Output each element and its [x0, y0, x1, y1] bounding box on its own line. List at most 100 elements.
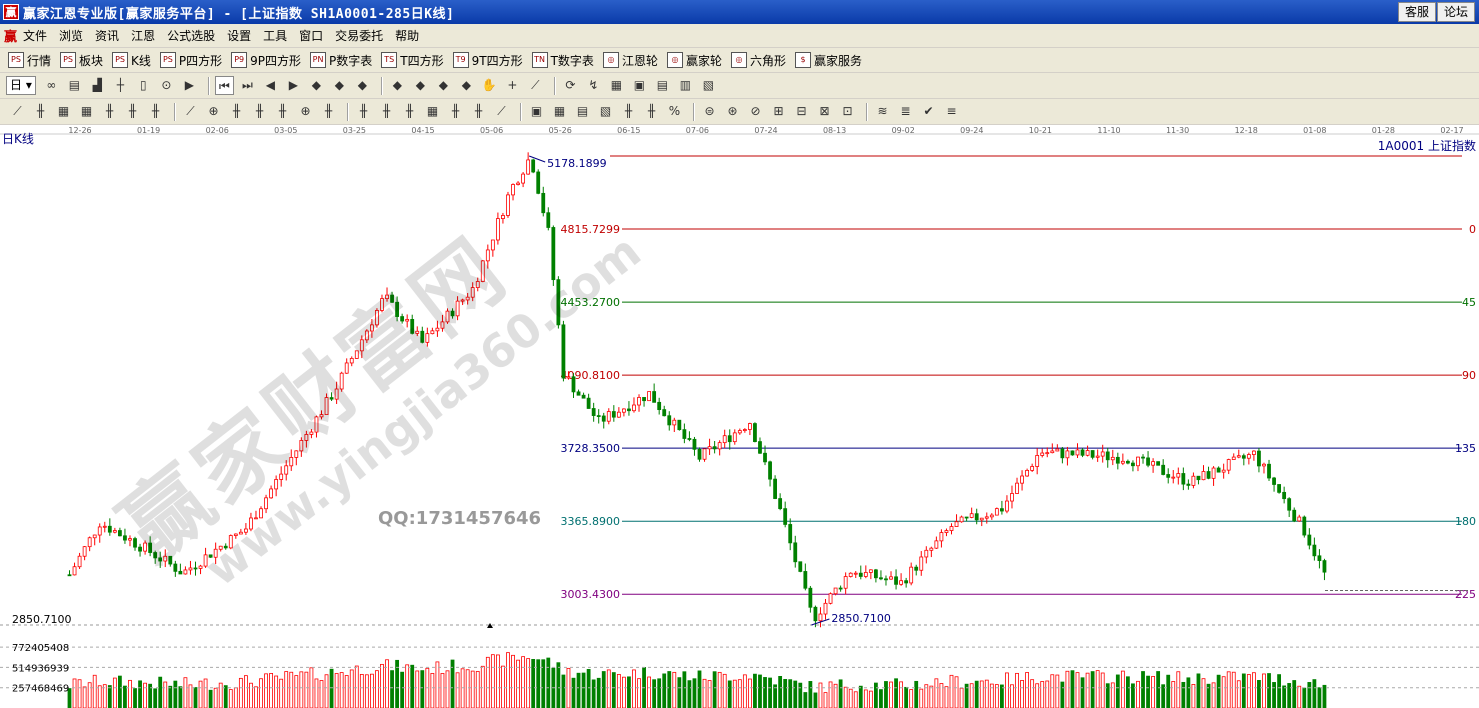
- tool-icon[interactable]: ◆: [411, 76, 430, 95]
- menu-file[interactable]: 文件: [23, 27, 47, 44]
- tool-icon[interactable]: ╫: [31, 102, 50, 121]
- tool-icon[interactable]: ⊠: [815, 102, 834, 121]
- tool-icon[interactable]: ╫: [273, 102, 292, 121]
- tool-icon[interactable]: ✋: [480, 76, 499, 95]
- menu-logo-icon[interactable]: 赢: [4, 26, 17, 45]
- menu-settings[interactable]: 设置: [227, 27, 251, 44]
- tool-icon[interactable]: ▧: [596, 102, 615, 121]
- customer-service-button[interactable]: 客服: [1398, 2, 1437, 22]
- tool-icon[interactable]: ⊞: [769, 102, 788, 121]
- tool-icon[interactable]: ⟳: [561, 76, 580, 95]
- tool-icon[interactable]: ┼: [111, 76, 130, 95]
- volume-bar: [758, 674, 762, 708]
- menu-trade[interactable]: 交易委托: [335, 27, 383, 44]
- tool-icon[interactable]: ◆: [307, 76, 326, 95]
- tool-icon[interactable]: ◆: [457, 76, 476, 95]
- tool-icon[interactable]: ▤: [573, 102, 592, 121]
- tool-icon[interactable]: ▶: [284, 76, 303, 95]
- toolbar-item-6[interactable]: TS T四方形: [381, 52, 444, 69]
- tool-icon[interactable]: ▧: [699, 76, 718, 95]
- tool-icon[interactable]: ↯: [584, 76, 603, 95]
- toolbar-item-11[interactable]: ◎ 六角形: [730, 52, 786, 69]
- tool-icon[interactable]: ╫: [227, 102, 246, 121]
- tool-icon[interactable]: ⟋: [181, 102, 200, 121]
- menu-tools[interactable]: 工具: [263, 27, 287, 44]
- tool-icon[interactable]: ╫: [400, 102, 419, 121]
- toolbar-item-12[interactable]: $ 赢家服务: [794, 52, 862, 69]
- volume-bar: [566, 667, 571, 708]
- toolbar-item-4[interactable]: P9 9P四方形: [231, 52, 301, 69]
- tool-icon[interactable]: ╫: [446, 102, 465, 121]
- tool-icon[interactable]: ▟: [88, 76, 107, 95]
- menu-gann[interactable]: 江恩: [131, 27, 155, 44]
- tool-icon[interactable]: ⟋: [526, 76, 545, 95]
- tool-icon[interactable]: ╫: [250, 102, 269, 121]
- toolbar-item-0[interactable]: PS 行情: [8, 52, 51, 69]
- tool-icon[interactable]: ╫: [146, 102, 165, 121]
- tool-icon[interactable]: ⊙: [157, 76, 176, 95]
- menu-help[interactable]: 帮助: [395, 27, 419, 44]
- tool-icon[interactable]: ▥: [676, 76, 695, 95]
- tool-icon[interactable]: ▦: [423, 102, 442, 121]
- tool-icon[interactable]: ╫: [319, 102, 338, 121]
- menu-window[interactable]: 窗口: [299, 27, 323, 44]
- tool-icon[interactable]: ◆: [434, 76, 453, 95]
- tool-icon[interactable]: ╫: [123, 102, 142, 121]
- menu-formula-select[interactable]: 公式选股: [167, 27, 215, 44]
- tool-icon[interactable]: ⊡: [838, 102, 857, 121]
- tool-icon[interactable]: ≋: [873, 102, 892, 121]
- chart-area[interactable]: 12-26 01-19 02-06 03-05 03-25 04-15 05-06 05-26…: [0, 125, 1479, 708]
- tool-icon[interactable]: ◀: [261, 76, 280, 95]
- tool-icon[interactable]: ╫: [100, 102, 119, 121]
- tool-icon[interactable]: ⊕: [296, 102, 315, 121]
- volume-bar: [889, 681, 893, 708]
- tool-icon[interactable]: ⊜: [700, 102, 719, 121]
- tool-icon[interactable]: ◆: [353, 76, 372, 95]
- tool-icon[interactable]: ▤: [653, 76, 672, 95]
- tool-icon[interactable]: ╫: [354, 102, 373, 121]
- tool-icon[interactable]: ⟋: [8, 102, 27, 121]
- toolbar-item-7[interactable]: T9 9T四方形: [452, 52, 523, 69]
- toolbar-item-1[interactable]: PS 板块: [60, 52, 103, 69]
- tool-icon[interactable]: ⊟: [792, 102, 811, 121]
- tool-icon[interactable]: ◆: [330, 76, 349, 95]
- tool-icon[interactable]: %: [665, 102, 684, 121]
- toolbar-item-5[interactable]: PN P数字表: [310, 52, 372, 69]
- tool-icon[interactable]: ╫: [377, 102, 396, 121]
- tool-icon[interactable]: ▣: [527, 102, 546, 121]
- tool-icon[interactable]: ∞: [42, 76, 61, 95]
- menu-browse[interactable]: 浏览: [59, 27, 83, 44]
- tool-icon[interactable]: ⏮: [214, 76, 234, 95]
- tool-icon[interactable]: +: [503, 76, 522, 95]
- volume-bar: [803, 692, 808, 708]
- tool-icon[interactable]: ≣: [896, 102, 915, 121]
- tool-icon[interactable]: ▶: [180, 76, 199, 95]
- toolbar-item-2[interactable]: PS K线: [112, 52, 151, 69]
- tool-icon[interactable]: ▦: [54, 102, 73, 121]
- tool-icon[interactable]: ⊛: [723, 102, 742, 121]
- tool-icon[interactable]: ≡: [942, 102, 961, 121]
- forum-button[interactable]: 论坛: [1437, 2, 1476, 22]
- tool-icon[interactable]: ▦: [77, 102, 96, 121]
- tool-icon[interactable]: ▣: [630, 76, 649, 95]
- kline-chart[interactable]: 12-26 01-19 02-06 03-05 03-25 04-15 05-06 05-26…: [0, 125, 1479, 708]
- toolbar-item-8[interactable]: TN T数字表: [531, 52, 594, 69]
- tool-icon[interactable]: ▯: [134, 76, 153, 95]
- tool-icon[interactable]: ⏭: [238, 76, 257, 95]
- tool-icon[interactable]: ◆: [388, 76, 407, 95]
- toolbar-item-3[interactable]: PS P四方形: [159, 52, 222, 69]
- period-select[interactable]: 日 ▾: [6, 76, 36, 95]
- tool-icon[interactable]: ▦: [550, 102, 569, 121]
- menu-info[interactable]: 资讯: [95, 27, 119, 44]
- tool-icon[interactable]: ╫: [642, 102, 661, 121]
- tool-icon[interactable]: ╫: [619, 102, 638, 121]
- tool-icon[interactable]: ▤: [65, 76, 84, 95]
- tool-icon[interactable]: ▦: [607, 76, 626, 95]
- tool-icon[interactable]: ⊘: [746, 102, 765, 121]
- tool-icon[interactable]: ╫: [469, 102, 488, 121]
- toolbar-item-9[interactable]: ◎ 江恩轮: [602, 52, 658, 69]
- tool-icon[interactable]: ⊕: [204, 102, 223, 121]
- tool-icon[interactable]: ✔: [919, 102, 938, 121]
- tool-icon[interactable]: ⟋: [492, 102, 511, 121]
- toolbar-item-10[interactable]: ◎ 赢家轮: [666, 52, 722, 69]
